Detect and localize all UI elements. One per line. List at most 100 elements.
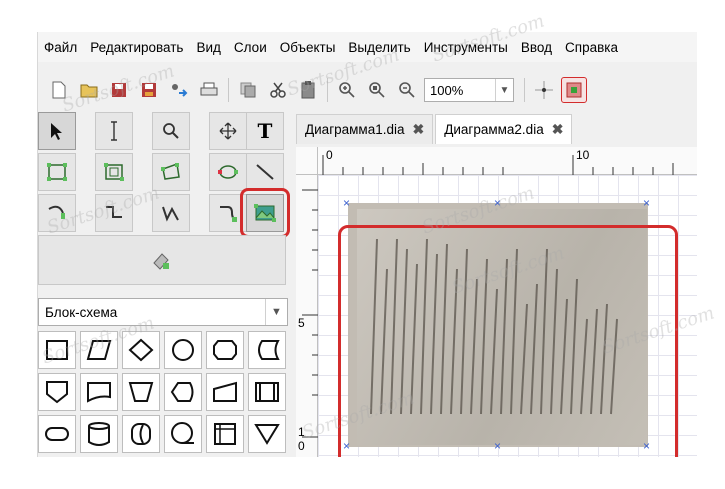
line-tool[interactable] — [246, 153, 284, 191]
outline-tool[interactable] — [38, 235, 286, 285]
shape-data[interactable] — [80, 331, 118, 369]
shape-terminal[interactable] — [38, 415, 76, 453]
snap-to-grid-icon[interactable] — [531, 77, 557, 103]
cut-icon[interactable] — [265, 77, 291, 103]
menu-help[interactable]: Справка — [565, 40, 618, 55]
menu-edit[interactable]: Редактировать — [90, 40, 183, 55]
shape-magnetic-disk[interactable] — [80, 415, 118, 453]
polyline-icon — [162, 206, 179, 222]
menu-select[interactable]: Выделить — [348, 40, 410, 55]
document-tabs: Диаграмма1.dia ✖ Диаграмма2.dia ✖ — [296, 114, 697, 144]
predefined-process-shape-icon — [255, 382, 279, 402]
image-tool-highlight — [240, 188, 290, 238]
zigzag-line-icon — [106, 206, 122, 218]
sheet-select[interactable]: Блок-схема ▼ — [38, 298, 288, 326]
close-icon[interactable]: ✖ — [552, 121, 564, 138]
direct-access-shape-icon — [131, 423, 151, 445]
shape-manual-operation[interactable] — [122, 373, 160, 411]
shape-decision[interactable] — [122, 331, 160, 369]
chevron-down-icon[interactable]: ▼ — [495, 79, 513, 101]
export-icon[interactable] — [166, 77, 192, 103]
zoom-select[interactable]: 100% ▼ — [424, 78, 514, 102]
magnify-tool[interactable] — [152, 112, 190, 150]
paste-icon[interactable] — [295, 77, 321, 103]
save-as-icon[interactable] — [136, 77, 162, 103]
new-file-icon[interactable] — [46, 77, 72, 103]
line-icon — [256, 164, 274, 180]
text-tool[interactable]: T — [246, 112, 284, 150]
ruler-label-0: 0 — [326, 148, 333, 162]
sheet-select-value: Блок-схема — [45, 304, 118, 320]
move-arrows-icon — [219, 122, 237, 140]
snap-to-objects-icon[interactable] — [561, 77, 587, 103]
resize-handle[interactable]: × — [643, 197, 650, 209]
shape-offpage[interactable] — [38, 373, 76, 411]
menu-objects[interactable]: Объекты — [280, 40, 336, 55]
shape-merge[interactable] — [248, 415, 286, 453]
zoom-in-icon[interactable] — [334, 77, 360, 103]
print-icon[interactable] — [196, 77, 222, 103]
menu-bar: Файл Редактировать Вид Слои Объекты Выде… — [38, 32, 697, 62]
shape-sequential-access[interactable] — [164, 415, 202, 453]
internal-storage-shape-icon — [214, 423, 236, 445]
menu-tools[interactable]: Инструменты — [424, 40, 508, 55]
shape-direct-access[interactable] — [122, 415, 160, 453]
polygon-icon — [161, 162, 180, 180]
ellipse-tool[interactable] — [209, 153, 247, 191]
zigzag-tool[interactable] — [95, 194, 133, 232]
resize-handle[interactable]: × — [343, 197, 350, 209]
polygon-tool[interactable] — [152, 153, 190, 191]
shape-display[interactable] — [164, 373, 202, 411]
save-icon[interactable] — [106, 77, 132, 103]
menu-file[interactable]: Файл — [44, 40, 77, 55]
bezier-icon — [220, 206, 237, 222]
sequential-access-shape-icon — [171, 422, 194, 444]
arc-icon — [48, 205, 65, 219]
manual-input-shape-icon — [213, 381, 237, 402]
zoom-fit-icon[interactable] — [364, 77, 390, 103]
shape-process[interactable] — [38, 331, 76, 369]
document-shape-icon — [87, 382, 111, 403]
ruler-label-10: 10 — [576, 148, 590, 162]
pointer-tool[interactable] — [38, 112, 76, 150]
menu-input[interactable]: Ввод — [521, 40, 552, 55]
toolbar-separator — [228, 78, 229, 102]
shape-preparation[interactable] — [206, 331, 244, 369]
chevron-down-icon[interactable]: ▼ — [265, 299, 287, 325]
shape-stored-data[interactable] — [248, 331, 286, 369]
tab-diagram2[interactable]: Диаграмма2.dia ✖ — [435, 114, 573, 144]
vertical-ruler: 5 1 0 — [296, 175, 318, 457]
ruler-label-1: 1 — [298, 425, 305, 439]
cylinder-shape-icon — [88, 422, 110, 446]
shape-manual-input[interactable] — [206, 373, 244, 411]
ruler-label-0: 0 — [298, 439, 305, 453]
text-cursor-tool[interactable] — [95, 112, 133, 150]
close-icon[interactable]: ✖ — [412, 121, 424, 138]
grouped-box-icon — [104, 163, 124, 181]
box-tool[interactable] — [38, 153, 76, 191]
resize-handle[interactable]: × — [494, 197, 501, 209]
shape-connector[interactable] — [164, 331, 202, 369]
menu-layers[interactable]: Слои — [234, 40, 267, 55]
zoom-out-icon[interactable] — [394, 77, 420, 103]
menu-view[interactable]: Вид — [196, 40, 220, 55]
hexagon-shape-icon — [213, 340, 237, 360]
ellipse-icon — [218, 165, 238, 179]
horizontal-ruler: 0 10 — [318, 147, 697, 175]
rectangle-shape-icon — [46, 340, 68, 360]
circle-shape-icon — [172, 339, 194, 361]
toolbar-separator — [327, 78, 328, 102]
tab-diagram1[interactable]: Диаграмма1.dia ✖ — [296, 114, 434, 144]
group-box-tool[interactable] — [95, 153, 133, 191]
shape-internal-storage[interactable] — [206, 415, 244, 453]
polyline-tool[interactable] — [152, 194, 190, 232]
shape-document[interactable] — [80, 373, 118, 411]
shape-predefined-process[interactable] — [248, 373, 286, 411]
diamond-shape-icon — [128, 338, 154, 362]
move-tool[interactable] — [209, 112, 247, 150]
ruler-ticks — [322, 155, 674, 175]
open-file-icon[interactable] — [76, 77, 102, 103]
copy-icon[interactable] — [235, 77, 261, 103]
box-icon — [47, 163, 67, 181]
arc-tool[interactable] — [38, 194, 76, 232]
